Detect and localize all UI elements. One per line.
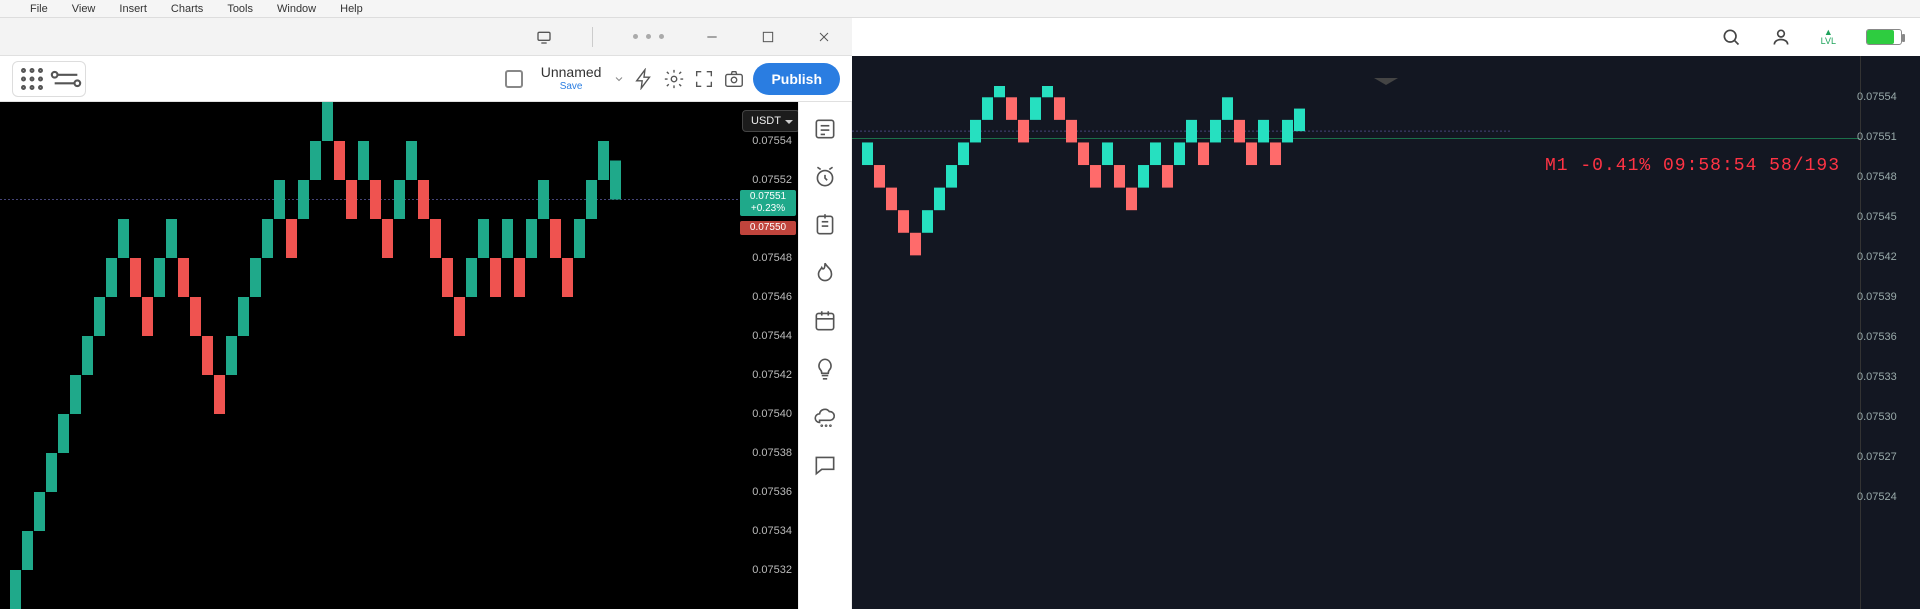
cloud-icon[interactable]: [812, 404, 838, 430]
close-button[interactable]: [816, 29, 832, 45]
right-price-axis[interactable]: 0.07554 0.07551 0.07548 0.07545 0.07542 …: [1860, 56, 1920, 609]
axis-tick: 0.07542: [1857, 251, 1897, 263]
idea-icon[interactable]: [812, 356, 838, 382]
axis-tick: 0.07527: [1857, 451, 1897, 463]
layout-name: Unnamed: [541, 65, 602, 80]
window-controls: [0, 18, 852, 56]
checkbox[interactable]: [505, 70, 523, 88]
axis-tick: 0.07554: [752, 135, 792, 147]
alarm-icon[interactable]: [812, 164, 838, 190]
axis-tick: 0.07552: [752, 174, 792, 186]
axis-tick: 0.07546: [752, 291, 792, 303]
search-icon[interactable]: [1721, 27, 1741, 47]
axis-tick: 0.07545: [1857, 211, 1897, 223]
camera-icon[interactable]: [723, 68, 745, 90]
battery-indicator: [1866, 29, 1902, 45]
axis-tick: 0.07554: [1857, 91, 1897, 103]
last-price-badge: 0.07551 +0.23%: [740, 190, 796, 216]
axis-tick: 0.07548: [752, 252, 792, 264]
axis-tick: 0.07532: [752, 564, 792, 576]
hot-icon[interactable]: [812, 260, 838, 286]
axis-tick: 0.07530: [1857, 411, 1897, 423]
axis-tick: 0.07536: [752, 486, 792, 498]
currency-selector[interactable]: USDT: [742, 110, 800, 132]
axis-tick: 0.07540: [752, 408, 792, 420]
user-icon[interactable]: [1771, 27, 1791, 47]
left-price-axis[interactable]: 0.07554 0.07552 0.07548 0.07546 0.07544 0.075…: [738, 102, 798, 609]
fullscreen-icon[interactable]: [693, 68, 715, 90]
right-chart[interactable]: 0.07551 M1 -0.41% 09:58:54 58/193: [852, 56, 1920, 609]
chat-icon[interactable]: [812, 452, 838, 478]
minimize-button[interactable]: [704, 29, 720, 45]
right-app-header: ▲LVL: [852, 18, 1920, 56]
level-indicator: ▲LVL: [1821, 28, 1836, 46]
save-link[interactable]: Save: [560, 81, 583, 92]
axis-tick: 0.07536: [1857, 331, 1897, 343]
notes-icon[interactable]: [812, 212, 838, 238]
calendar-icon[interactable]: [812, 308, 838, 334]
axis-tick: 0.07533: [1857, 371, 1897, 383]
flash-icon[interactable]: [633, 68, 655, 90]
app-menu[interactable]: File View Insert Charts Tools Window Hel…: [0, 0, 1920, 18]
axis-tick: 0.07538: [752, 447, 792, 459]
right-sidebar: [798, 102, 852, 609]
grid-icon[interactable]: [15, 64, 49, 94]
axis-tick: 0.07548: [1857, 171, 1897, 183]
chevron-down-icon[interactable]: [613, 73, 625, 85]
watchlist-icon[interactable]: [812, 116, 838, 142]
left-chart[interactable]: [0, 102, 798, 609]
axis-tick: 0.07524: [1857, 491, 1897, 503]
gear-icon[interactable]: [663, 68, 685, 90]
chart-overlay-text: M1 -0.41% 09:58:54 58/193: [1545, 156, 1840, 176]
publish-button[interactable]: Publish: [753, 63, 840, 95]
axis-tick: 0.07542: [752, 369, 792, 381]
draw-toolbar: Unnamed Save Publish: [0, 56, 852, 102]
more-icon[interactable]: [633, 34, 664, 39]
menu-help[interactable]: Help: [340, 3, 363, 15]
menu-window[interactable]: Window: [277, 3, 316, 15]
menu-file[interactable]: File: [30, 3, 48, 15]
axis-tick: 0.07544: [752, 330, 792, 342]
menu-tools[interactable]: Tools: [227, 3, 253, 15]
prev-price-badge: 0.07550: [740, 221, 796, 235]
maximize-button[interactable]: [760, 29, 776, 45]
menu-view[interactable]: View: [72, 3, 96, 15]
menu-charts[interactable]: Charts: [171, 3, 203, 15]
cast-icon[interactable]: [536, 29, 552, 45]
menu-insert[interactable]: Insert: [119, 3, 147, 15]
axis-tick: 0.07539: [1857, 291, 1897, 303]
axis-tick: 0.07534: [752, 525, 792, 537]
trend-line-icon[interactable]: [49, 64, 83, 94]
axis-tick: 0.07551: [1857, 131, 1897, 143]
